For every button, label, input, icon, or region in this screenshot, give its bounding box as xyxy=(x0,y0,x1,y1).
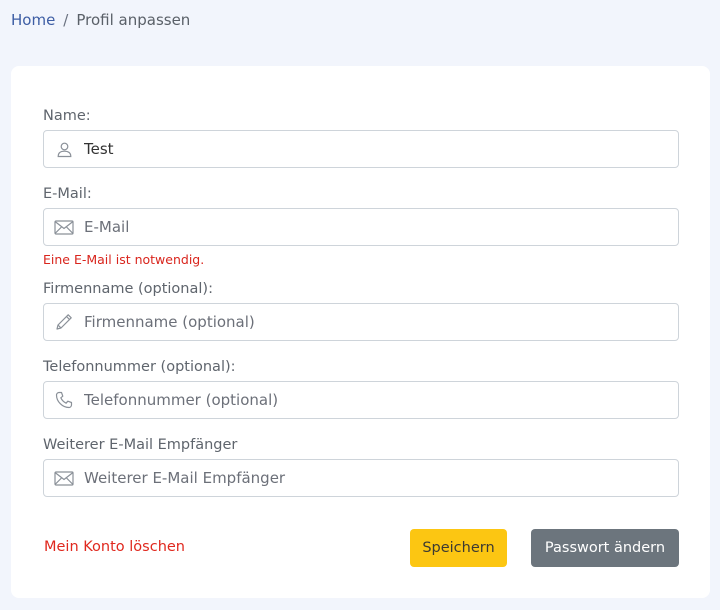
envelope-icon xyxy=(44,209,84,245)
change-password-button[interactable]: Passwort ändern xyxy=(531,529,679,567)
user-icon xyxy=(44,131,84,167)
breadcrumb-separator: / xyxy=(63,11,69,29)
phone-icon xyxy=(44,382,84,418)
name-field-group xyxy=(43,130,679,168)
breadcrumb-current: Profil anpassen xyxy=(76,11,191,29)
delete-account-link[interactable]: Mein Konto löschen xyxy=(44,539,185,555)
cc-email-input[interactable] xyxy=(84,461,678,495)
phone-label: Telefonnummer (optional): xyxy=(43,359,236,375)
email-label: E-Mail: xyxy=(43,186,92,202)
email-field-group xyxy=(43,208,679,246)
phone-input[interactable] xyxy=(84,383,678,417)
pencil-icon xyxy=(44,304,84,340)
company-label: Firmenname (optional): xyxy=(43,281,213,297)
envelope-icon xyxy=(44,460,84,496)
save-button[interactable]: Speichern xyxy=(410,529,507,567)
breadcrumb: Home / Profil anpassen xyxy=(11,11,190,29)
cc-email-label: Weiterer E-Mail Empfänger xyxy=(43,437,238,453)
cc-email-field-group xyxy=(43,459,679,497)
name-input[interactable] xyxy=(84,132,678,166)
company-field-group xyxy=(43,303,679,341)
phone-field-group xyxy=(43,381,679,419)
profile-form-card: Name: E-Mail: Eine E-Mail ist notwendig.… xyxy=(11,66,710,598)
email-error-message: Eine E-Mail ist notwendig. xyxy=(43,252,205,267)
breadcrumb-home-link[interactable]: Home xyxy=(11,11,55,29)
email-input[interactable] xyxy=(84,210,678,244)
company-input[interactable] xyxy=(84,305,678,339)
name-label: Name: xyxy=(43,108,91,124)
